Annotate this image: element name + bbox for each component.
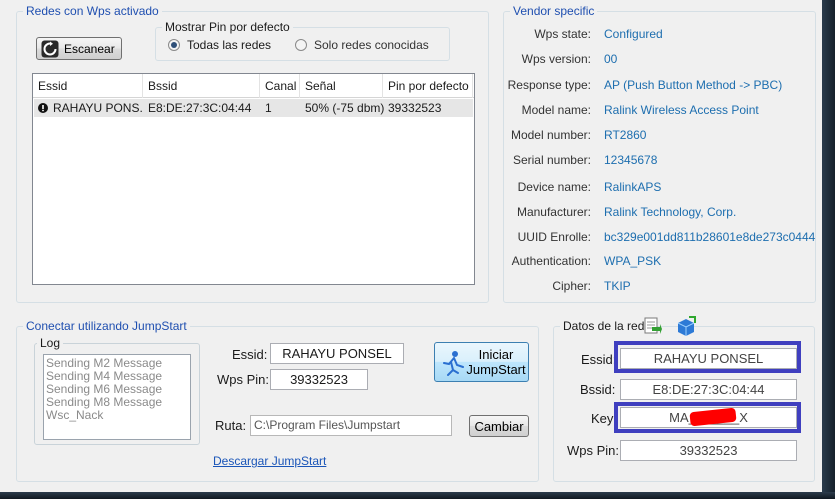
vendor-label-uuid: UUID Enrolle: [517, 230, 591, 244]
refresh-icon [41, 40, 59, 57]
vendor-label-model-name: Model name: [521, 103, 591, 117]
column-pin[interactable]: Pin por defecto [383, 74, 473, 98]
vendor-label-serial-number: Serial number: [512, 153, 591, 167]
datos-essid-label: Essid: [581, 352, 617, 367]
start-jumpstart-label: Iniciar JumpStart [465, 347, 527, 377]
jumpstart-icon [443, 351, 464, 376]
vendor-value-serial-number: 12345678 [604, 153, 658, 167]
js-essid-label: Essid: [232, 347, 268, 362]
download-jumpstart-link[interactable]: Descargar JumpStart [213, 454, 326, 468]
row-senal: 50% (-75 dbm) [305, 101, 384, 115]
pin-default-legend: Mostrar Pin por defecto [162, 20, 293, 34]
vendor-value-device-name: RalinkAPS [604, 180, 662, 194]
key-highlight-box [614, 402, 801, 433]
vendor-label-authentication: Authentication: [511, 254, 591, 268]
column-senal[interactable]: Señal [300, 74, 383, 98]
datos-pin-label: Wps Pin: [567, 443, 620, 458]
vendor-label-response-type: Response type: [507, 78, 591, 92]
vendor-value-authentication: WPA_PSK [604, 254, 662, 268]
vendor-label-wps-version: Wps version: [521, 52, 591, 66]
networks-list-header: Essid Bssid Canal Señal Pin por defecto [33, 74, 474, 98]
radio-all-networks-label[interactable]: Todas las redes [187, 38, 271, 52]
window-right-edge [822, 0, 835, 499]
radio-known-networks-label[interactable]: Solo redes conocidas [314, 38, 429, 52]
vendor-value-model-name: Ralink Wireless Access Point [604, 103, 759, 117]
jumpstart-legend: Conectar utilizando JumpStart [23, 319, 190, 333]
column-essid[interactable]: Essid [33, 74, 143, 98]
vendor-value-manufacturer: Ralink Technology, Corp. [604, 205, 737, 219]
row-essid: RAHAYU PONS... [53, 101, 143, 115]
scan-button-label: Escanear [64, 41, 115, 56]
log-legend: Log [37, 336, 64, 350]
radio-all-networks[interactable] [168, 39, 180, 51]
ruta-field[interactable]: C:\Program Files\Jumpstart [250, 415, 452, 436]
vendor-legend: Vendor specific [510, 4, 598, 18]
column-bssid[interactable]: Bssid [143, 74, 260, 98]
row-canal: 1 [265, 101, 272, 115]
row-bssid: E8:DE:27:3C:04:44 [148, 101, 252, 115]
js-essid-field[interactable]: RAHAYU PONSEL [270, 343, 404, 364]
window-bottom-edge [0, 492, 835, 499]
vendor-label-cipher: Cipher: [552, 279, 591, 293]
vendor-label-device-name: Device name: [517, 180, 591, 194]
redes-legend: Redes con Wps activado [23, 4, 162, 18]
datos-legend: Datos de la red [560, 319, 648, 333]
column-canal[interactable]: Canal [260, 74, 300, 98]
main-window: Redes con Wps activado Escanear Mostrar … [0, 0, 822, 492]
networks-listview[interactable]: Essid Bssid Canal Señal Pin por defecto … [32, 73, 475, 285]
js-pin-field[interactable]: 39332523 [270, 369, 368, 390]
datos-bssid-field[interactable]: E8:DE:27:3C:04:44 [620, 379, 797, 400]
vendor-label-manufacturer: Manufacturer: [516, 205, 591, 219]
cambiar-button-label: Cambiar [474, 418, 524, 434]
export-icon[interactable] [675, 316, 697, 336]
ruta-label: Ruta: [215, 418, 247, 433]
row-pin: 39332523 [388, 101, 442, 115]
cambiar-button[interactable]: Cambiar [469, 415, 529, 437]
datos-bssid-label: Bssid: [580, 382, 616, 397]
copy-icon[interactable] [642, 316, 662, 336]
start-jumpstart-line2: JumpStart [466, 362, 526, 377]
start-jumpstart-line1: Iniciar [478, 347, 514, 362]
vendor-value-uuid: bc329e001dd811b28601e8de273c0444 [604, 230, 816, 244]
radio-known-networks[interactable] [295, 39, 307, 51]
vendor-value-wps-version: 00 [604, 52, 618, 66]
scan-button[interactable]: Escanear [36, 37, 122, 60]
vendor-value-response-type: AP (Push Button Method -> PBC) [604, 78, 783, 92]
vendor-label-wps-state: Wps state: [534, 27, 591, 41]
vendor-value-model-number: RT2860 [604, 128, 647, 142]
log-list[interactable]: Sending M2 Message Sending M4 Message Se… [43, 354, 191, 440]
start-jumpstart-button[interactable]: Iniciar JumpStart [434, 342, 529, 382]
vendor-value-wps-state: Configured [604, 27, 663, 41]
datos-pin-field[interactable]: 39332523 [620, 440, 797, 461]
datos-key-label: Key [591, 411, 614, 426]
warning-icon [38, 103, 48, 113]
essid-highlight-box [614, 341, 801, 373]
table-row[interactable]: RAHAYU PONS... E8:DE:27:3C:04:44 1 50% (… [34, 99, 473, 117]
vendor-value-cipher: TKIP [604, 279, 631, 293]
vendor-label-model-number: Model number: [510, 128, 591, 142]
list-item: Wsc_Nack [46, 408, 104, 422]
js-pin-label: Wps Pin: [217, 372, 270, 387]
